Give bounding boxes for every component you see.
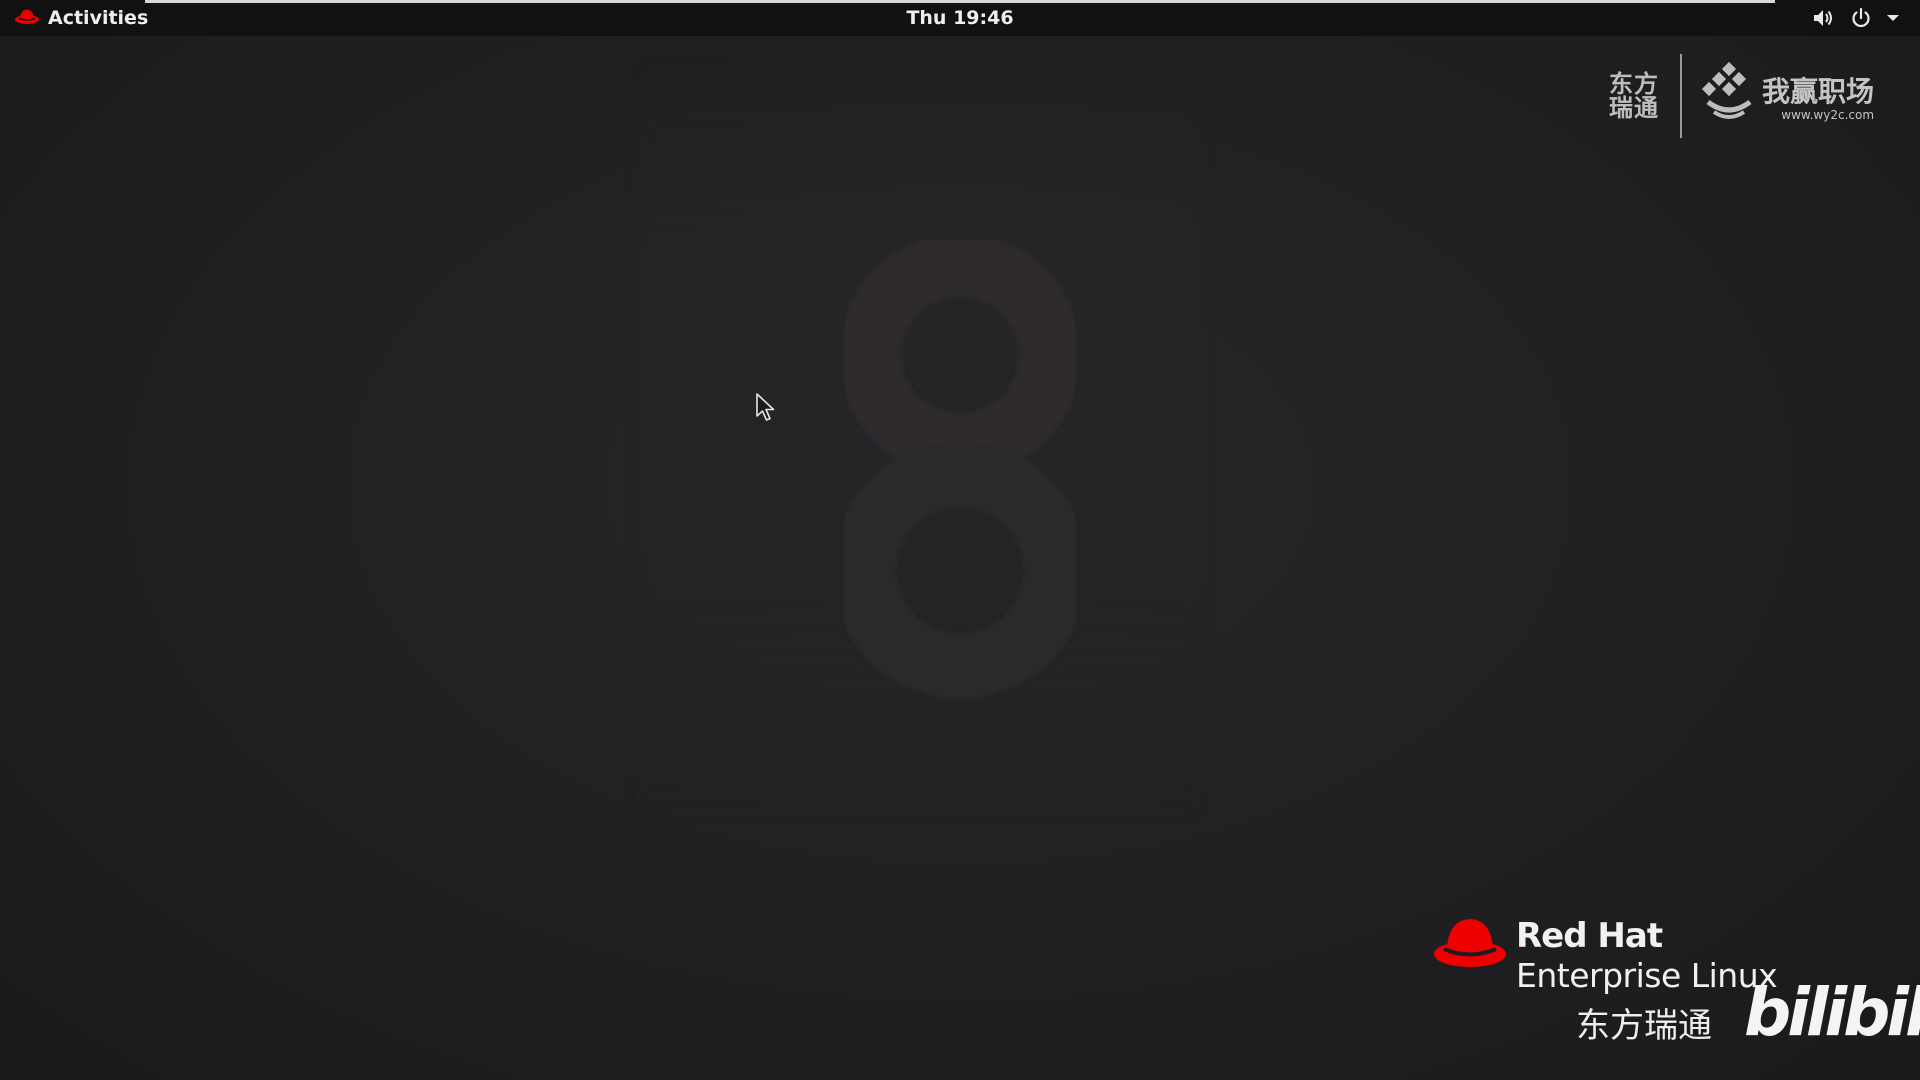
- dongfang-ruitong-logo: 东方 瑞通: [1598, 53, 1670, 139]
- system-menu-button[interactable]: [1812, 0, 1900, 36]
- watermark-logos: 东方 瑞通 我赢职场 www.wy2c.com: [1598, 52, 1888, 140]
- wallpaper-version-eight: [832, 240, 1088, 698]
- redhat-hat-icon: [14, 7, 40, 29]
- power-icon: [1850, 7, 1872, 29]
- dongfang-line1: 东方: [1609, 70, 1659, 98]
- dongfang-ruitong-text: 东方瑞通: [1576, 1006, 1712, 1046]
- redhat-wordmark: Red Hat: [1516, 916, 1663, 956]
- chevron-down-icon: [1886, 13, 1900, 23]
- mouse-pointer-icon: [755, 392, 777, 426]
- wy-url: www.wy2c.com: [1781, 108, 1875, 122]
- top-bar: Activities Thu 19:46: [0, 0, 1920, 36]
- activities-button[interactable]: Activities: [14, 0, 148, 36]
- product-name: Enterprise Linux: [1516, 956, 1778, 995]
- desktop[interactable]: Activities Thu 19:46 东方 瑞通 我赢职场 www.wy2c…: [0, 0, 1920, 1080]
- dongfang-line2: 瑞通: [1609, 94, 1659, 122]
- bilibili-logo: bilibili: [1744, 974, 1920, 1051]
- wy-name: 我赢职场: [1762, 75, 1875, 108]
- activities-label: Activities: [48, 7, 149, 29]
- diamond-logo-icon: [1700, 61, 1758, 130]
- redhat-logo-icon: [1432, 914, 1508, 974]
- volume-icon: [1812, 7, 1836, 29]
- redhat-branding: Red Hat Enterprise Linux 东方瑞通 bilibili: [1432, 912, 1920, 1052]
- clock-button[interactable]: Thu 19:46: [906, 0, 1013, 36]
- watermark-divider: [1680, 54, 1682, 138]
- wy2c-logo: 我赢职场 www.wy2c.com: [1700, 61, 1875, 130]
